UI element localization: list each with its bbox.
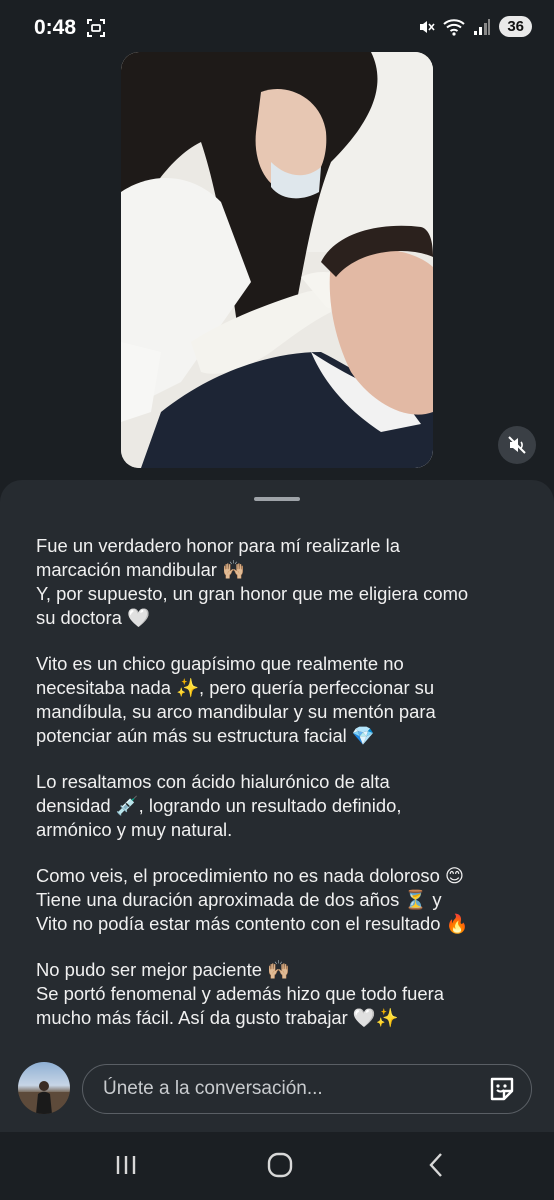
caption-paragraph: Vito es un chico guapísimo que realmente…	[36, 652, 530, 748]
caption-paragraph: Como veis, el procedimiento no es nada d…	[36, 864, 530, 936]
nav-recents-button[interactable]	[108, 1150, 144, 1180]
caption-line: potenciar aún más su estructura facial 💎	[36, 725, 375, 746]
back-icon	[429, 1153, 442, 1177]
sheet-drag-handle[interactable]	[254, 497, 300, 501]
status-bar: 0:48 36	[0, 0, 554, 58]
caption-line: Fue un verdadero honor para mí realizarl…	[36, 535, 400, 556]
comment-input[interactable]: Únete a la conversación...	[82, 1064, 532, 1114]
caption-paragraph: Lo resaltamos con ácido hialurónico de a…	[36, 770, 530, 842]
caption-line: mucho más fácil. Así da gusto trabajar 🤍…	[36, 1007, 399, 1028]
video-frame-image	[121, 52, 433, 468]
caption-line: su doctora 🤍	[36, 607, 150, 628]
caption-paragraph: Fue un verdadero honor para mí realizarl…	[36, 534, 530, 630]
caption-line: Lo resaltamos con ácido hialurónico de a…	[36, 771, 390, 792]
story-video[interactable]	[121, 52, 433, 468]
caption-paragraph: No pudo ser mejor paciente 🙌🏼 Se portó fe…	[36, 958, 530, 1030]
caption-line: marcación mandibular 🙌🏼	[36, 559, 245, 580]
nav-home-button[interactable]	[262, 1150, 298, 1180]
caption-line: densidad 💉, logrando un resultado defini…	[36, 795, 402, 816]
signal-icon	[474, 18, 491, 35]
nav-back-button[interactable]	[418, 1150, 454, 1180]
home-icon	[267, 1152, 293, 1178]
mute-icon	[508, 436, 526, 454]
caption-line: Se portó fenomenal y además hizo que tod…	[36, 983, 444, 1004]
caption-line: No pudo ser mejor paciente 🙌🏼	[36, 959, 290, 980]
system-nav-bar	[0, 1132, 554, 1200]
comment-composer: Únete a la conversación...	[0, 1048, 554, 1132]
wifi-icon	[443, 18, 465, 36]
battery-badge: 36	[499, 16, 532, 37]
avatar-image	[18, 1081, 70, 1114]
comment-placeholder: Únete a la conversación...	[103, 1078, 323, 1099]
post-caption: Fue un verdadero honor para mí realizarl…	[36, 534, 530, 1052]
caption-line: Tiene una duración aproximada de dos año…	[36, 889, 442, 910]
caption-line: armónico y muy natural.	[36, 819, 233, 840]
screen-record-icon	[87, 19, 105, 37]
caption-line: Vito es un chico guapísimo que realmente…	[36, 653, 404, 674]
caption-line: Y, por supuesto, un gran honor que me el…	[36, 583, 469, 604]
vibrate-mute-icon	[420, 20, 435, 33]
mute-button[interactable]	[498, 426, 536, 464]
status-time: 0:48	[34, 16, 77, 39]
caption-line: mandíbula, su arco mandibular y su mentó…	[36, 701, 436, 722]
caption-line: Como veis, el procedimiento no es nada d…	[36, 865, 465, 886]
sticker-icon[interactable]	[487, 1074, 517, 1104]
caption-line: necesitaba nada ✨, pero quería perfeccio…	[36, 677, 435, 698]
caption-line: Vito no podía estar más contento con el …	[36, 913, 469, 934]
status-icons: 36	[417, 16, 532, 37]
avatar[interactable]	[18, 1062, 70, 1114]
caption-sheet[interactable]: Fue un verdadero honor para mí realizarl…	[0, 480, 554, 1132]
recents-icon	[116, 1156, 136, 1174]
